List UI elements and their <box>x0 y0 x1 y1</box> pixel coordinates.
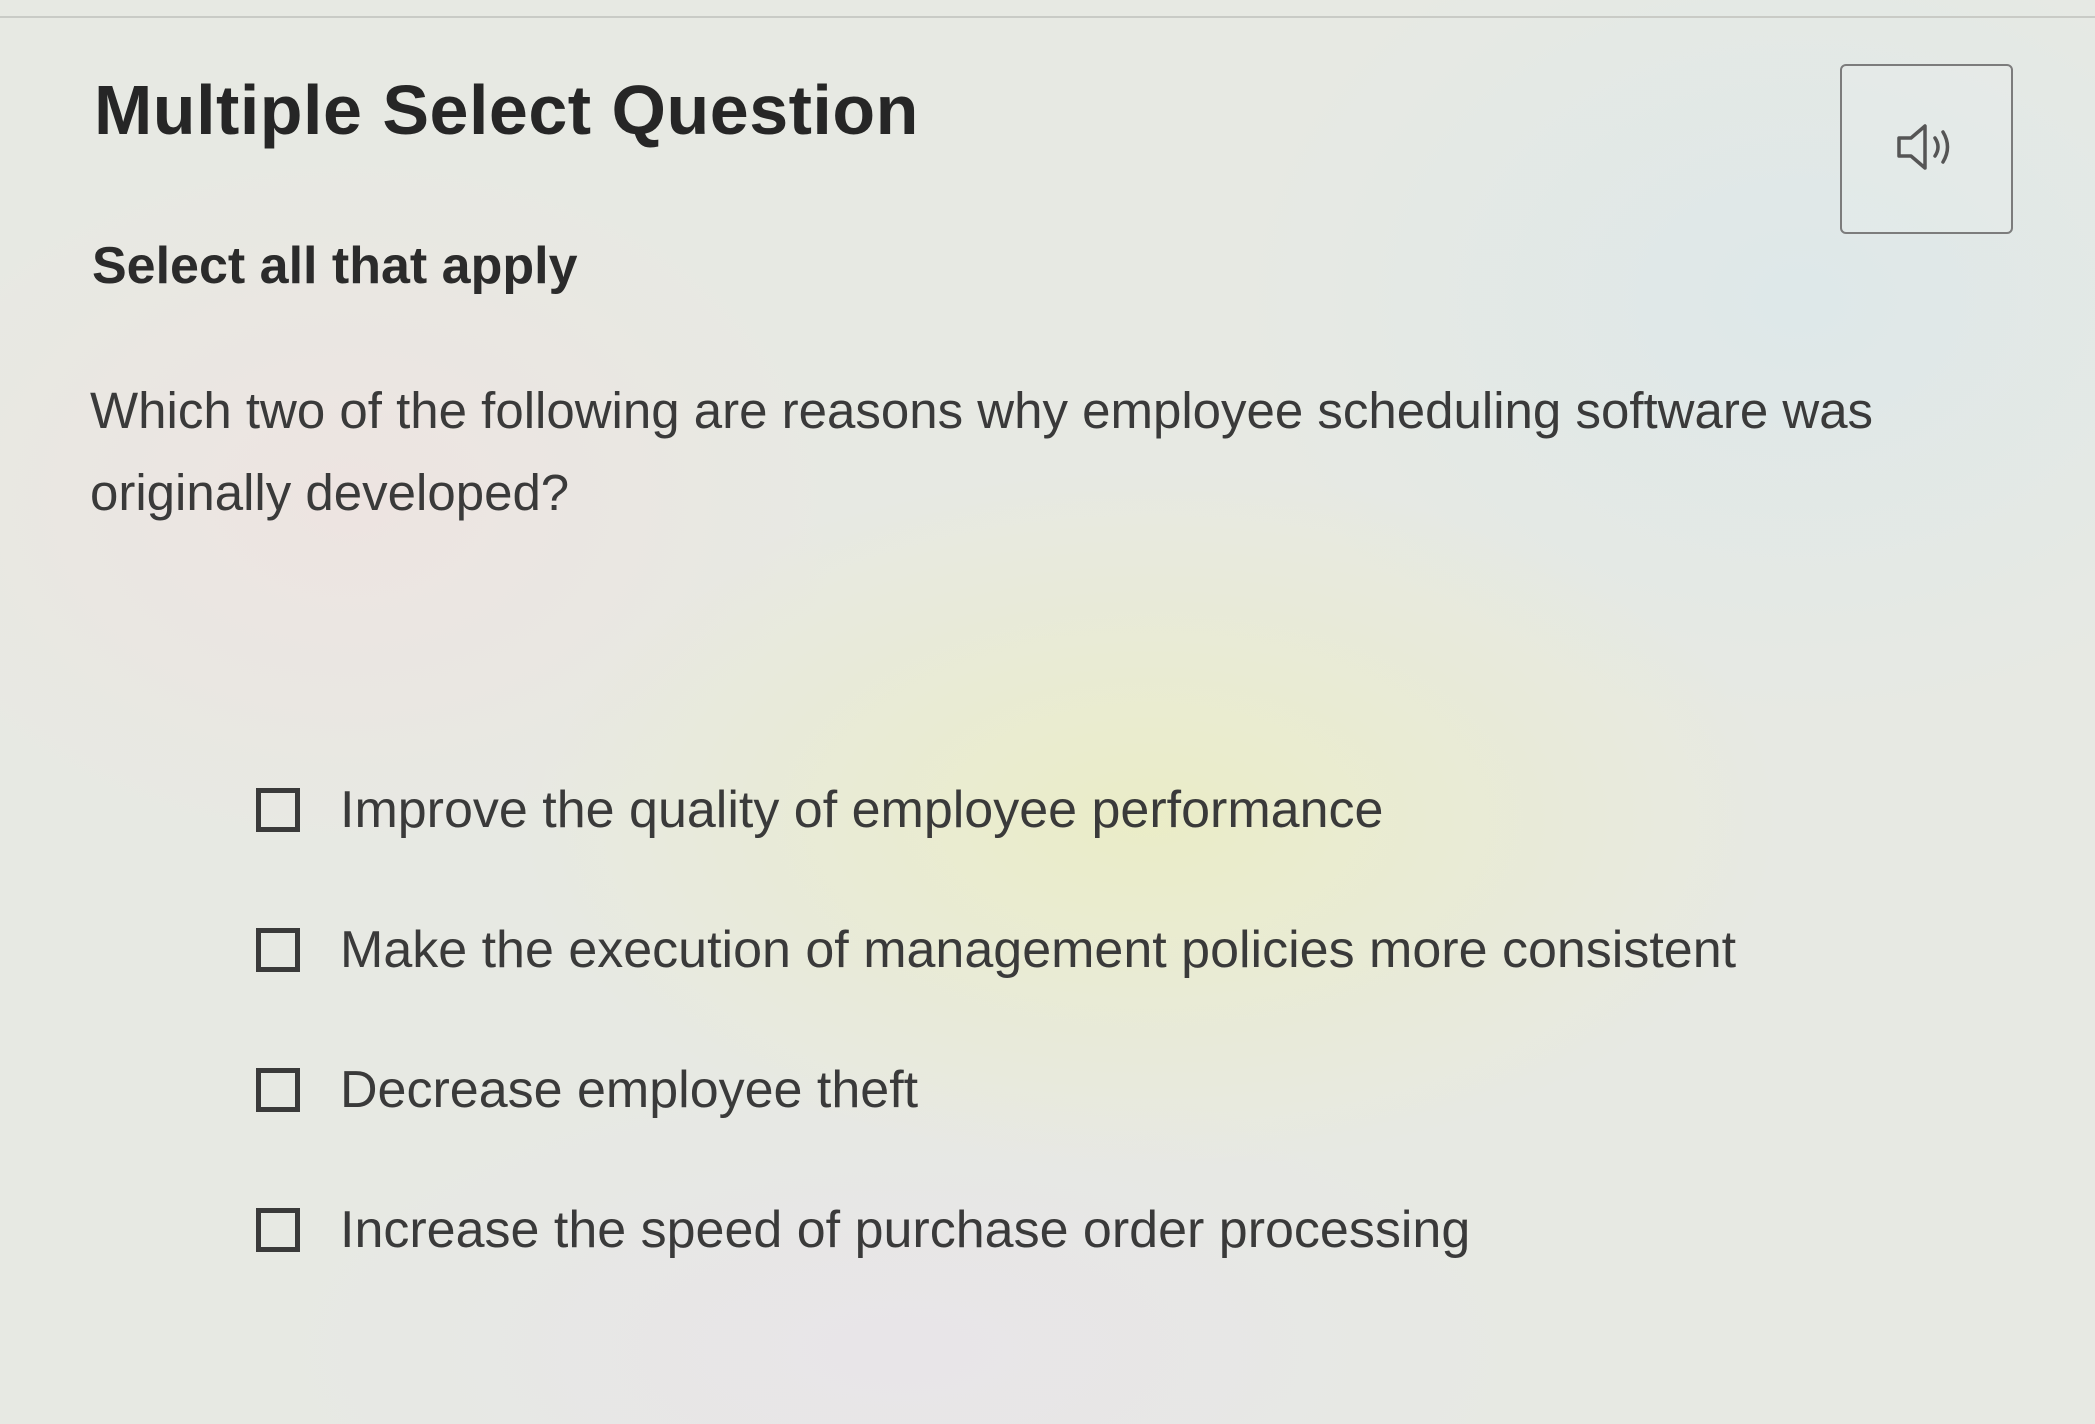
answer-option[interactable]: Decrease employee theft <box>256 1020 2056 1160</box>
answer-checkbox[interactable] <box>256 928 300 972</box>
answer-option[interactable]: Improve the quality of employee performa… <box>256 740 2056 880</box>
answer-option[interactable]: Increase the speed of purchase order pro… <box>256 1160 2056 1300</box>
answer-option-label: Make the execution of management policie… <box>340 921 1737 979</box>
answer-checkbox[interactable] <box>256 1068 300 1112</box>
instruction-text: Select all that apply <box>92 237 578 295</box>
answer-checkbox[interactable] <box>256 788 300 832</box>
answer-option-label: Increase the speed of purchase order pro… <box>340 1201 1471 1259</box>
question-type-title: Multiple Select Question <box>94 71 919 149</box>
speaker-icon <box>1895 120 1959 179</box>
answer-option-label: Improve the quality of employee performa… <box>340 781 1384 839</box>
question-prompt: Which two of the following are reasons w… <box>90 382 1874 521</box>
read-aloud-button[interactable] <box>1840 64 2013 234</box>
answer-option[interactable]: Make the execution of management policie… <box>256 880 2056 1020</box>
top-divider <box>0 16 2095 18</box>
answer-checkbox[interactable] <box>256 1208 300 1252</box>
answer-options: Improve the quality of employee performa… <box>256 740 2056 1300</box>
answer-option-label: Decrease employee theft <box>340 1061 919 1119</box>
